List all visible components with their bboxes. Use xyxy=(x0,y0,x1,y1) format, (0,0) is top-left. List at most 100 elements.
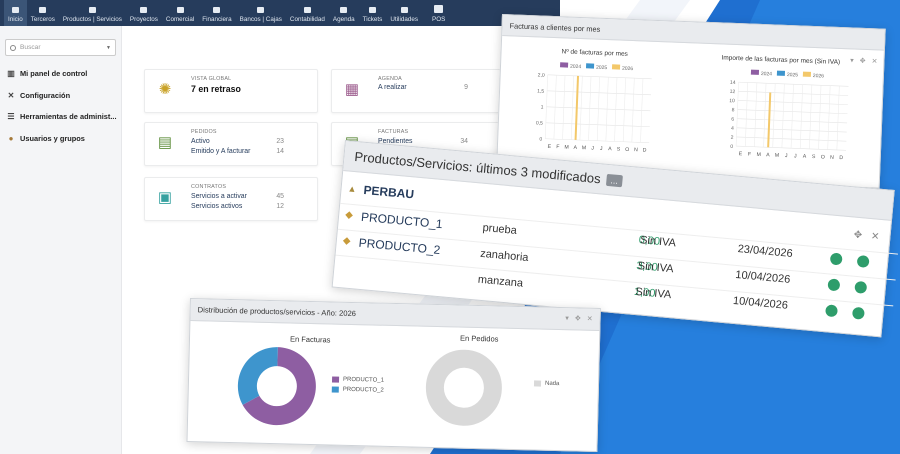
search-dollar-icon xyxy=(303,7,311,13)
nav-terceros[interactable]: Terceros xyxy=(27,0,59,26)
product-desc: zanahoria xyxy=(479,247,529,264)
x-tick-label: J xyxy=(794,153,797,159)
gridline xyxy=(790,84,794,149)
product-ref[interactable]: PRODUCTO_2 xyxy=(358,235,481,260)
pedidos-emitido-link[interactable]: Emitido y A facturar xyxy=(191,148,250,155)
move-icon[interactable]: ✥ xyxy=(575,314,581,322)
x-tick-label: E xyxy=(547,144,551,150)
x-tick-label: J xyxy=(591,146,594,152)
x-tick-label: S xyxy=(617,147,621,153)
cash-register-icon xyxy=(434,5,444,13)
cube-icon: ◆ xyxy=(344,209,354,222)
sidebar-item-usuarios[interactable]: ● Usuarios y grupos xyxy=(7,134,85,143)
gridline xyxy=(735,82,739,147)
x-tick-label: A xyxy=(608,146,612,152)
chart-title: Nº de facturas por mes xyxy=(561,48,628,58)
x-tick-label: D xyxy=(643,148,647,154)
x-tick-label: A xyxy=(803,154,807,160)
product-ref[interactable]: PERBAU xyxy=(363,183,484,208)
list-icon: ☰ xyxy=(7,112,15,121)
sidebar-item-panel[interactable]: ▥ Mi panel de control xyxy=(7,69,87,78)
building-icon xyxy=(39,7,47,13)
x-tick-label: S xyxy=(812,154,816,160)
legend-label: 2025 xyxy=(596,65,608,71)
gridline xyxy=(754,82,758,147)
box-vista-global[interactable]: ✺ VISTA GLOBAL 7 en retraso xyxy=(144,69,318,113)
x-tick-label: D xyxy=(839,155,843,161)
legend-item: Nada xyxy=(533,380,559,387)
search-input[interactable]: Buscar ▼ xyxy=(5,39,116,56)
legend-swatch xyxy=(750,69,760,75)
legend-swatch xyxy=(776,70,786,76)
legend-swatch xyxy=(611,64,621,70)
product-desc: prueba xyxy=(482,221,518,237)
sidebar-item-herramientas[interactable]: ☰ Herramientas de administ... xyxy=(7,112,116,121)
x-tick-label: O xyxy=(821,154,825,160)
legend-swatch xyxy=(533,380,542,387)
nav-proyectos[interactable]: Proyectos xyxy=(126,0,162,26)
top-navigation: Inicio Terceros Productos | Servicios Pr… xyxy=(0,0,560,26)
suitcase-icon xyxy=(176,7,184,13)
close-icon[interactable]: ✕ xyxy=(587,315,593,323)
nav-comercial[interactable]: Comercial xyxy=(162,0,198,26)
nav-agenda[interactable]: Agenda xyxy=(329,0,359,26)
contratos-activos-link[interactable]: Servicios activos xyxy=(191,203,242,210)
ticket-icon xyxy=(368,7,376,13)
collapse-icon[interactable]: ▾ xyxy=(565,314,569,322)
box-pedidos[interactable]: ▤ PEDIDOS Activo 23 Emitido y A facturar… xyxy=(144,122,318,166)
nav-financiera[interactable]: Financiera xyxy=(198,0,235,26)
gridline xyxy=(772,83,776,148)
bank-icon xyxy=(257,7,265,13)
search-icon xyxy=(10,44,16,51)
y-tick-label: 1 xyxy=(541,105,544,111)
chart-title: Importe de las facturas por mes (Sin IVA… xyxy=(721,54,840,66)
nav-pos[interactable]: POS xyxy=(422,0,455,26)
y-tick-label: 2,0 xyxy=(538,72,545,78)
nav-utilidades[interactable]: Utilidades xyxy=(386,0,422,26)
nav-inicio[interactable]: Inicio xyxy=(4,0,27,26)
gridline xyxy=(809,84,813,149)
y-tick-label: 12 xyxy=(729,89,735,95)
x-tick-label: J xyxy=(600,146,603,152)
product-desc: manzana xyxy=(477,273,524,290)
nav-productos[interactable]: Productos | Servicios xyxy=(59,0,126,26)
contratos-activar-link[interactable]: Servicios a activar xyxy=(191,193,247,200)
box-contratos[interactable]: ▣ CONTRATOS Servicios a activar 45 Servi… xyxy=(144,177,318,221)
x-tick-label: N xyxy=(830,155,834,161)
x-tick-label: N xyxy=(634,147,638,153)
pedidos-activo-link[interactable]: Activo xyxy=(191,138,210,145)
nav-contabilidad[interactable]: Contabilidad xyxy=(286,0,329,26)
product-ref[interactable]: PRODUCTO_1 xyxy=(361,209,484,234)
legend-swatch xyxy=(331,386,339,393)
legend-item: PRODUCTO_2 xyxy=(331,386,384,394)
legend-swatch xyxy=(559,62,569,68)
legend-label: 2024 xyxy=(761,71,773,77)
x-tick-label: E xyxy=(739,151,743,157)
more-button[interactable]: ... xyxy=(606,173,623,187)
nav-bancos[interactable]: Bancos | Cajas xyxy=(236,0,286,26)
tools-icon: ✕ xyxy=(7,91,15,100)
gridline xyxy=(763,83,767,148)
x-tick-label: F xyxy=(556,144,559,150)
x-tick-label: M xyxy=(775,153,780,159)
y-tick-label: 4 xyxy=(731,126,734,132)
cube-icon xyxy=(88,7,96,13)
pedidos-pie-slice-0 xyxy=(425,349,502,426)
product-icon: ▲ xyxy=(347,183,357,195)
legend-label: 2024 xyxy=(570,64,582,70)
x-tick-label: M xyxy=(564,144,569,150)
widget-tools: ▾ ✥ ✕ xyxy=(565,314,592,323)
y-tick-label: 0 xyxy=(539,137,542,143)
sun-icon: ✺ xyxy=(158,81,172,98)
x-tick-label: M xyxy=(582,145,587,151)
y-tick-label: 0 xyxy=(730,144,733,150)
money-icon xyxy=(213,7,221,13)
sidebar-item-configuracion[interactable]: ✕ Configuración xyxy=(7,91,70,100)
x-tick-label: M xyxy=(756,152,761,158)
agenda-link[interactable]: A realizar xyxy=(378,84,407,91)
box-agenda[interactable]: ▦ AGENDA A realizar 9 xyxy=(331,69,501,113)
legend-label: 2026 xyxy=(813,73,825,79)
legend-item: PRODUCTO_1 xyxy=(331,376,384,384)
x-tick-label: F xyxy=(748,152,751,158)
nav-tickets[interactable]: Tickets xyxy=(359,0,387,26)
